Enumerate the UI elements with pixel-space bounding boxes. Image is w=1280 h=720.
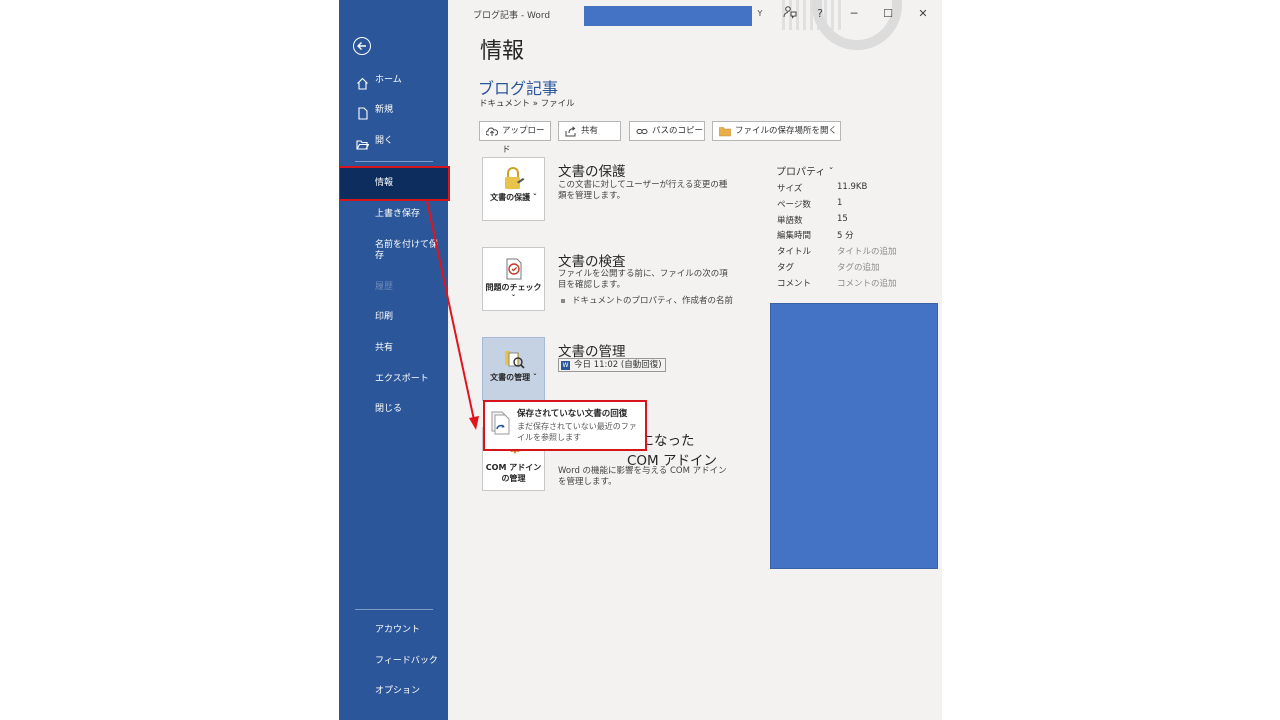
sidebar-item-print[interactable]: 印刷 xyxy=(339,302,448,332)
inspect-heading: 文書の検査 xyxy=(558,254,626,270)
sidebar-item-export[interactable]: エクスポート xyxy=(339,364,448,394)
sidebar-divider xyxy=(355,161,433,162)
sidebar-item-home[interactable]: ホーム xyxy=(339,65,448,95)
property-label: タイトル xyxy=(777,247,812,257)
sidebar-item-info[interactable]: 情報 xyxy=(339,166,450,201)
sidebar-item-history: 履歴 xyxy=(375,282,394,292)
property-label: タグ xyxy=(777,263,795,273)
backstage-sidebar: ホーム 新規 開く 情報 上書き保存 名前を付けて保存 履歴 印刷 共有 エクス… xyxy=(339,0,450,720)
sidebar-divider xyxy=(355,609,433,610)
protect-document-button[interactable]: 文書の保護 ˇ xyxy=(482,157,545,221)
page-title: 情報 xyxy=(480,39,525,64)
maximize-icon[interactable]: ☐ xyxy=(878,5,898,23)
protect-heading: 文書の保護 xyxy=(558,164,626,180)
sidebar-item-save[interactable]: 上書き保存 xyxy=(339,199,448,229)
property-label: 単語数 xyxy=(777,216,803,226)
sidebar-item-options[interactable]: オプション xyxy=(339,676,448,706)
sidebar-item-close[interactable]: 閉じる xyxy=(339,394,448,424)
word-backstage-window: ホーム 新規 開く 情報 上書き保存 名前を付けて保存 履歴 印刷 共有 エクス… xyxy=(339,0,942,720)
comments-property-input[interactable]: コメントの追加 xyxy=(837,277,897,289)
word-file-icon: W xyxy=(561,361,570,370)
inspect-description: ファイルを公開する前に、ファイルの次の項目を確認します。 xyxy=(558,269,728,290)
recover-document-icon xyxy=(489,409,513,441)
breadcrumb: ドキュメント » ファイル xyxy=(479,99,575,109)
title-property-input[interactable]: タイトルの追加 xyxy=(837,245,897,257)
inspect-bullet: ドキュメントのプロパティ、作成者の名前 xyxy=(561,294,733,306)
autosave-version-link[interactable]: W 今日 11:02 (自動回復) xyxy=(558,358,666,372)
lock-key-icon xyxy=(503,167,525,195)
sidebar-item-share[interactable]: 共有 xyxy=(339,333,448,363)
upload-button[interactable]: アップロード xyxy=(479,121,551,155)
property-value: 5 分 xyxy=(837,231,854,241)
property-label: サイズ xyxy=(777,184,803,194)
upload-icon xyxy=(485,126,499,145)
protect-description: この文書に対してユーザーが行える変更の種類を管理します。 xyxy=(558,180,728,201)
check-for-issues-button[interactable]: 問題のチェック ˇ xyxy=(482,247,545,311)
manage-document-icon xyxy=(503,347,527,375)
open-folder-icon xyxy=(356,134,370,164)
properties-dropdown[interactable]: プロパティ ˇ xyxy=(776,163,834,178)
sidebar-item-feedback[interactable]: フィードバック xyxy=(339,646,448,676)
share-button[interactable]: 共有 xyxy=(558,121,621,141)
open-file-location-button[interactable]: ファイルの保存場所を開く xyxy=(712,121,841,141)
sidebar-item-save-as[interactable]: 名前を付けて保存 xyxy=(339,232,448,268)
com-addins-description: Word の機能に影響を与える COM アドインを管理します。 xyxy=(558,466,727,487)
share-icon xyxy=(565,126,577,145)
coauthor-icon[interactable] xyxy=(780,5,800,23)
redacted-account-name xyxy=(584,6,752,26)
manage-document-button[interactable]: 文書の管理 ˇ xyxy=(482,337,545,401)
property-value: 15 xyxy=(837,214,848,224)
link-icon xyxy=(636,126,648,145)
sidebar-item-account[interactable]: アカウント xyxy=(339,615,448,645)
folder-icon xyxy=(719,126,731,145)
title-bar: ブログ記事 - Word Y ? ─ ☐ ✕ xyxy=(448,0,942,50)
sidebar-item-open[interactable]: 開く xyxy=(339,126,448,156)
window-title: ブログ記事 - Word xyxy=(473,11,551,21)
redacted-label: Y xyxy=(757,9,763,18)
manage-heading: 文書の管理 xyxy=(558,344,626,360)
property-label: ページ数 xyxy=(777,200,811,210)
redacted-panel xyxy=(770,303,938,569)
tags-property-input[interactable]: タグの追加 xyxy=(837,261,880,273)
inspect-document-icon xyxy=(503,257,525,285)
property-label: 編集時間 xyxy=(777,231,812,241)
close-icon[interactable]: ✕ xyxy=(913,5,933,23)
back-arrow-icon[interactable] xyxy=(353,37,371,55)
property-value: 1 xyxy=(837,198,843,208)
property-label: コメント xyxy=(777,279,812,289)
property-value: 11.9KB xyxy=(837,182,868,192)
sidebar-item-new[interactable]: 新規 xyxy=(339,95,448,125)
help-icon[interactable]: ? xyxy=(810,5,830,23)
document-title: ブログ記事 xyxy=(478,79,559,98)
copy-path-button[interactable]: パスのコピー xyxy=(629,121,705,141)
minimize-icon[interactable]: ─ xyxy=(844,5,864,23)
recover-unsaved-documents-menu-item[interactable]: 保存されていない文書の回復 まだ保存されていない最近のファイルを参照します xyxy=(483,400,647,451)
